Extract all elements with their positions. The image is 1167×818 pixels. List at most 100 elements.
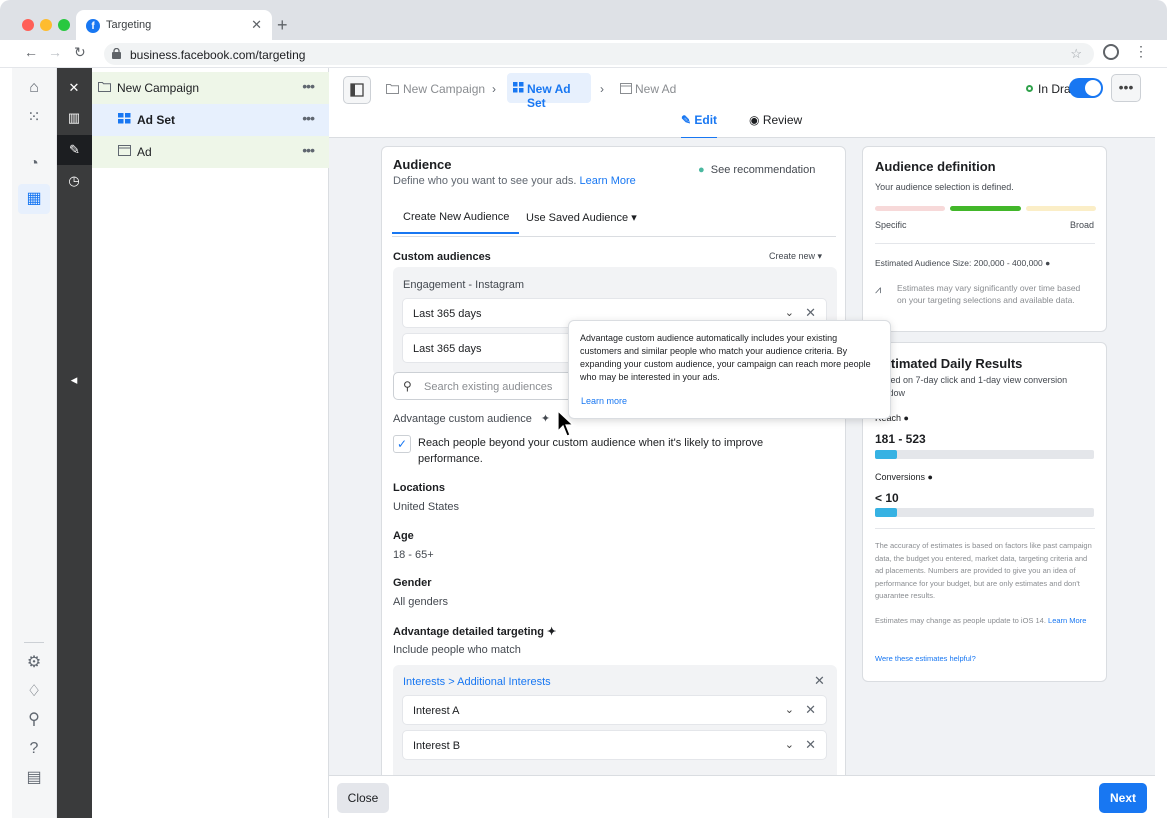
gender-value[interactable]: All genders: [393, 596, 448, 608]
url-text: business.facebook.com/targeting: [130, 48, 306, 62]
feedback-link[interactable]: Were these estimates helpful?: [875, 654, 976, 663]
interest-value: Interest B: [413, 740, 461, 752]
toggle-sidebar-icon[interactable]: [343, 76, 371, 104]
window-maximize-dot[interactable]: [58, 19, 70, 31]
info-icon[interactable]: ●: [1045, 258, 1050, 268]
meter-narrow-segment: [875, 206, 945, 211]
breadcrumb-adset[interactable]: New Ad Set: [507, 73, 591, 110]
more-icon[interactable]: •••: [302, 78, 315, 94]
tab-review-label: Review: [762, 113, 803, 127]
age-value[interactable]: 18 - 65+: [393, 549, 434, 561]
tree-item-ad[interactable]: Ad •••: [92, 136, 329, 168]
interest-item[interactable]: Interest B ⌄ ✕: [402, 730, 827, 760]
edit-pencil-icon[interactable]: ✎: [57, 135, 92, 165]
sparkle-icon[interactable]: ✦: [547, 626, 556, 638]
info-icon[interactable]: ●: [928, 472, 933, 482]
interests-path[interactable]: Interests > Additional Interests: [403, 676, 551, 688]
estimated-size: Estimated Audience Size: 200,000 - 400,0…: [875, 258, 1051, 268]
conversions-value: < 10: [875, 491, 899, 505]
reach-bar-fill: [875, 450, 897, 459]
more-options-button[interactable]: •••: [1111, 74, 1141, 102]
new-tab-icon[interactable]: +: [277, 15, 288, 36]
learn-more-link[interactable]: Learn More: [580, 175, 636, 187]
next-button[interactable]: Next: [1099, 783, 1147, 813]
browser-menu-icon[interactable]: ⋮: [1134, 43, 1148, 60]
close-panel-icon[interactable]: ✕: [65, 79, 83, 97]
reach-value: 181 - 523: [875, 432, 926, 446]
chevron-down-icon: ⌄: [784, 307, 794, 319]
address-bar: ← → ↻ business.facebook.com/targeting ☆ …: [0, 40, 1167, 68]
meter-broad-segment: [1026, 206, 1096, 211]
close-button[interactable]: Close: [337, 783, 389, 813]
remove-icon[interactable]: ✕: [805, 305, 816, 321]
daily-title: Estimated Daily Results: [875, 356, 1023, 371]
dashboard-gauge-icon[interactable]: ◔: [24, 154, 44, 174]
report-book-icon[interactable]: ▤: [24, 768, 44, 788]
editor-tool-rail: ✕ ▥ ✎ ◷ ◂: [57, 68, 92, 818]
interest-item[interactable]: Interest A ⌄ ✕: [402, 695, 827, 725]
audience-subtitle: Define who you want to see your ads. Lea…: [393, 175, 636, 187]
tree-item-label: New Campaign: [117, 81, 200, 95]
url-field[interactable]: business.facebook.com/targeting ☆: [104, 43, 1094, 65]
browser-tab[interactable]: f Targeting ✕: [76, 10, 272, 40]
advantage-tooltip: Advantage custom audience automatically …: [568, 320, 891, 419]
adset-grid-icon: [118, 113, 131, 124]
tab-create-new-audience[interactable]: Create New Audience: [392, 211, 520, 234]
range-value: Last 365 days: [413, 343, 482, 355]
forward-icon[interactable]: →: [48, 44, 62, 60]
ads-manager-table-icon[interactable]: ▦: [18, 184, 50, 214]
draft-toggle[interactable]: [1069, 78, 1103, 98]
search-icon[interactable]: ⚲: [24, 710, 44, 730]
ios-learn-more-link[interactable]: Learn More: [1048, 616, 1086, 625]
locations-value[interactable]: United States: [393, 501, 459, 513]
chevron-right-icon: ›: [492, 82, 496, 96]
gender-label: Gender: [393, 577, 432, 589]
remove-icon[interactable]: ✕: [805, 702, 816, 718]
breadcrumb-adset-label: New Ad Set: [527, 82, 571, 110]
create-new-dropdown[interactable]: Create new ▾: [769, 251, 822, 262]
chart-icon[interactable]: ▥: [65, 109, 83, 127]
daily-subtitle: Based on 7-day click and 1-day view conv…: [875, 375, 1068, 398]
more-icon[interactable]: •••: [302, 110, 315, 126]
reload-icon[interactable]: ↻: [74, 44, 86, 61]
tab-edit[interactable]: ✎ Edit: [681, 113, 718, 139]
window-close-dot[interactable]: [22, 19, 34, 31]
collapse-arrow-icon[interactable]: ◂: [65, 371, 83, 389]
sparkle-icon[interactable]: ✦: [541, 413, 550, 425]
info-icon[interactable]: ●: [904, 413, 909, 423]
mouse-cursor-icon: [557, 410, 575, 437]
browser-tab-bar: f Targeting ✕ +: [0, 0, 1167, 40]
disclaimer: The accuracy of estimates is based on fa…: [875, 541, 1092, 600]
advantage-checkbox[interactable]: ✓: [393, 435, 411, 453]
help-icon[interactable]: ?: [24, 739, 44, 759]
back-icon[interactable]: ←: [24, 44, 38, 60]
editor-top-bar: New Campaign › New Ad Set › New Ad In Dr…: [329, 68, 1155, 139]
broad-label: Broad: [1069, 220, 1094, 230]
apps-grid-icon[interactable]: ⁙: [24, 108, 44, 128]
advantage-checkbox-label: Reach people beyond your custom audience…: [418, 437, 764, 465]
breadcrumb-campaign[interactable]: New Campaign: [403, 82, 485, 96]
history-clock-icon[interactable]: ◷: [65, 172, 83, 190]
tree-item-campaign[interactable]: New Campaign •••: [92, 72, 329, 104]
settings-gear-icon[interactable]: ⚙: [24, 653, 44, 673]
age-label: Age: [393, 530, 414, 542]
see-recommendation-button[interactable]: ● See recommendation: [698, 164, 815, 176]
more-icon[interactable]: •••: [302, 142, 315, 158]
tree-item-adset[interactable]: Ad Set •••: [92, 104, 329, 136]
tab-use-saved-audience[interactable]: Use Saved Audience ▾: [526, 211, 637, 224]
notifications-bell-icon[interactable]: ♢: [24, 682, 44, 702]
account-icon[interactable]: [1103, 44, 1119, 60]
remove-group-icon[interactable]: ✕: [814, 673, 825, 689]
remove-icon[interactable]: ✕: [805, 737, 816, 753]
window-minimize-dot[interactable]: [40, 19, 52, 31]
tab-title: Targeting: [106, 19, 152, 31]
reach-bar: [875, 450, 1094, 459]
tooltip-learn-more-link[interactable]: Learn more: [581, 396, 627, 406]
home-icon[interactable]: ⌂: [24, 78, 44, 98]
bookmark-star-icon[interactable]: ☆: [1070, 46, 1082, 62]
breadcrumb-ad[interactable]: New Ad: [635, 82, 676, 96]
ios-note: Estimates may change as people update to…: [875, 616, 1087, 625]
definition-status: Your audience selection is defined.: [875, 182, 1014, 192]
tab-review[interactable]: ◉ Review: [749, 113, 802, 127]
tab-close-icon[interactable]: ✕: [251, 17, 262, 33]
